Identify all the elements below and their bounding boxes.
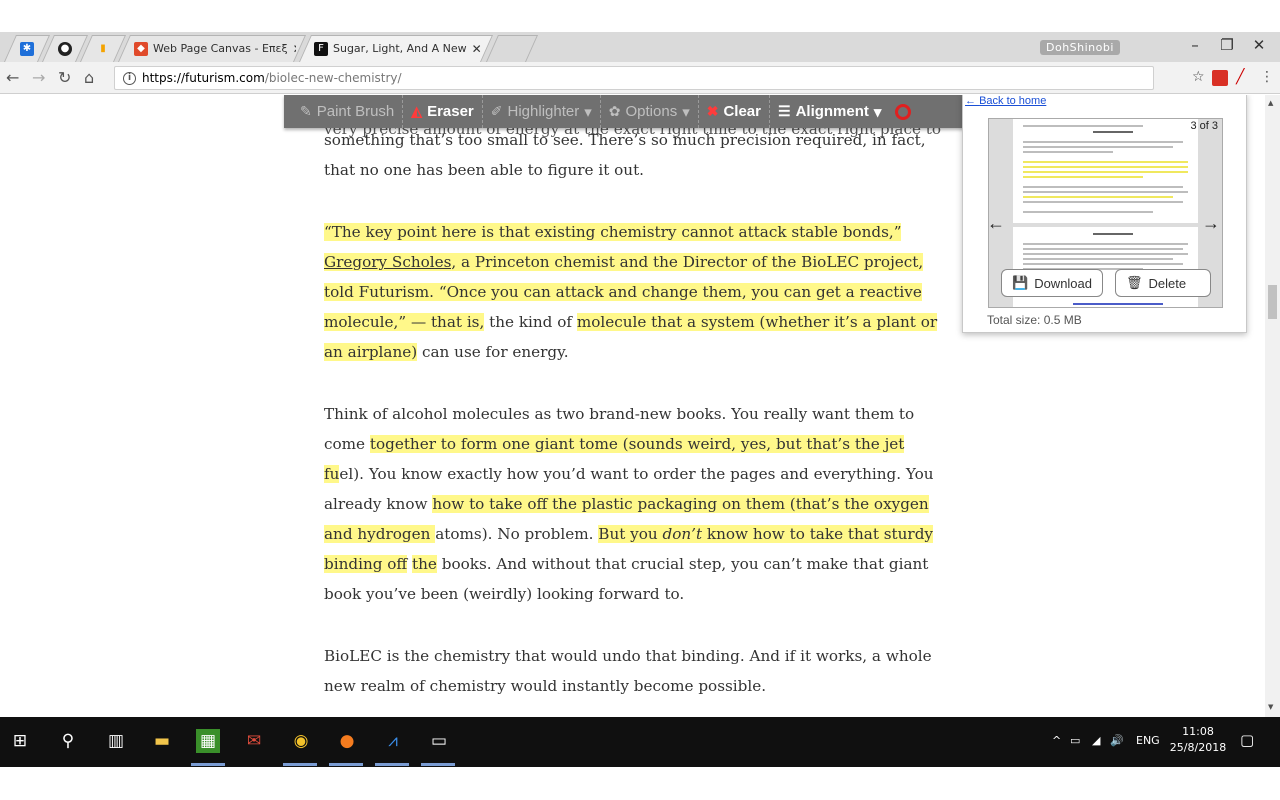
close-window-icon[interactable]: ✕: [1244, 36, 1274, 54]
text: can use for energy.: [417, 343, 569, 361]
capture-popup: ← Back to home 3 of 3 ← → 💾 Download 🗑 D…: [962, 95, 1247, 333]
tab-title: Web Page Canvas - Επεξ: [153, 42, 288, 55]
options-button[interactable]: ✿ Options ▾: [601, 95, 699, 128]
firefox-icon[interactable]: ●: [335, 729, 359, 753]
pen-icon[interactable]: ╱: [1236, 69, 1244, 85]
scroll-down-icon[interactable]: ▼: [1268, 703, 1273, 711]
page-scrollbar[interactable]: ▲ ▼: [1265, 95, 1280, 717]
annotation-toolbar: ✎ Paint Brush ◭ Eraser ✐ Highlighter ▾ ✿ Opti…: [284, 95, 974, 128]
analytics-icon: ▮: [100, 43, 106, 54]
highlighter-icon: ✐: [490, 103, 503, 119]
task-view-icon[interactable]: ▥: [104, 729, 128, 753]
chevron-up-icon[interactable]: ^: [1052, 734, 1061, 747]
github-icon: ●: [58, 41, 72, 56]
browser-toolbar: ← → ↻ ⌂ i https://futurism.com/biolec-ne…: [0, 62, 1280, 94]
power-icon[interactable]: [895, 103, 912, 120]
url-host: https://futurism.com: [142, 71, 265, 85]
clock[interactable]: 11:08 25/8/2018: [1168, 724, 1228, 756]
paragraph: “The key point here is that existing che…: [324, 217, 944, 367]
total-size: Total size: 0.5 MB: [987, 313, 1082, 327]
scroll-up-icon[interactable]: ▲: [1268, 99, 1273, 107]
highlighted-text: “The key point here is that existing che…: [324, 223, 902, 241]
wifi-icon[interactable]: ◢: [1092, 734, 1100, 747]
next-arrow-icon[interactable]: →: [1202, 213, 1220, 234]
mail-icon[interactable]: ✉: [242, 729, 266, 753]
vscode-icon[interactable]: ⩘: [381, 729, 405, 753]
paint-brush-button[interactable]: ✎ Paint Brush: [292, 95, 404, 128]
clock-date: 25/8/2018: [1169, 741, 1227, 754]
minimize-icon[interactable]: –: [1180, 36, 1210, 54]
page-preview: 3 of 3 ← → 💾 Download 🗑 Delete: [988, 118, 1223, 308]
back-icon[interactable]: ←: [6, 68, 19, 87]
eraser-icon: ◭: [411, 103, 423, 119]
canvas-icon: ◆: [134, 41, 148, 56]
home-icon[interactable]: ⌂: [84, 68, 94, 87]
language-indicator[interactable]: ENG: [1136, 734, 1160, 747]
alignment-button[interactable]: ☰ Alignment ▾: [770, 95, 889, 128]
highlighter-button[interactable]: ✐ Highlighter ▾: [483, 95, 601, 128]
delete-button[interactable]: 🗑 Delete: [1115, 269, 1211, 297]
address-bar[interactable]: i https://futurism.com/biolec-new-chemis…: [114, 66, 1154, 90]
background-strip: [0, 767, 1280, 800]
close-icon[interactable]: ✕: [472, 42, 482, 56]
eraser-button[interactable]: ◭ Eraser: [403, 95, 483, 128]
author-link[interactable]: Gregory Scholes: [324, 253, 452, 271]
text: the kind of: [484, 313, 577, 331]
new-tab-button[interactable]: [485, 35, 539, 62]
brush-icon: ✎: [300, 103, 312, 119]
caret-down-icon: ▾: [682, 103, 690, 121]
restore-icon[interactable]: ❐: [1212, 36, 1242, 54]
preview-page: [1013, 119, 1198, 223]
paragraph: something that’s too small to see. There…: [324, 131, 926, 179]
paragraph: BioLEC is the chemistry that would undo …: [324, 647, 932, 695]
menu-icon[interactable]: ⋮: [1260, 69, 1274, 85]
app-icon[interactable]: ▦: [196, 729, 220, 753]
clock-time: 11:08: [1182, 725, 1214, 738]
article-body: something that’s too small to see. There…: [324, 125, 944, 717]
info-icon[interactable]: i: [123, 71, 136, 85]
reload-icon[interactable]: ↻: [58, 68, 71, 87]
taskbar: ⊞ ⚲ ▥ ▬ ▦ ✉ ◉ ● ⩘ ▭ ^ ▭ ◢ 🔊 ENG 11:08 25…: [0, 717, 1280, 767]
terminal-icon[interactable]: ▭: [427, 729, 451, 753]
tab-title: Sugar, Light, And A New: [333, 42, 467, 55]
file-explorer-icon[interactable]: ▬: [150, 729, 174, 753]
gear-icon: ✿: [608, 103, 621, 119]
puzzle-icon: ✱: [20, 41, 34, 56]
star-icon[interactable]: ☆: [1192, 69, 1205, 85]
tab-strip: ✱ ● ▮ ◆ Web Page Canvas - Επεξ ✕ F Sugar…: [0, 32, 1280, 62]
highlighted-emphasis: don’t: [662, 525, 703, 543]
forward-icon[interactable]: →: [32, 68, 45, 87]
caret-down-icon: ▾: [873, 103, 882, 121]
notifications-icon[interactable]: ▢: [1240, 731, 1254, 749]
back-to-home-link[interactable]: ← Back to home: [965, 95, 1046, 107]
profile-button[interactable]: DohShinobi: [1040, 40, 1120, 55]
search-icon[interactable]: ⚲: [56, 729, 80, 753]
futurism-icon: F: [314, 41, 328, 56]
clear-button[interactable]: ✖ Clear: [699, 95, 770, 128]
align-icon: ☰: [778, 103, 791, 119]
prev-arrow-icon[interactable]: ←: [989, 213, 1005, 234]
text: atoms). No problem.: [435, 525, 599, 543]
page-counter: 3 of 3: [1190, 120, 1218, 132]
windows-start-icon[interactable]: ⊞: [8, 729, 32, 753]
highlighted-text: the: [412, 555, 437, 573]
paragraph: Think of alcohol molecules as two brand-…: [324, 399, 944, 609]
save-icon: 💾: [1012, 275, 1029, 290]
download-button[interactable]: 💾 Download: [1001, 269, 1104, 297]
battery-icon[interactable]: ▭: [1070, 734, 1080, 747]
page-content: very precise amount of energy at the exa…: [0, 95, 1265, 717]
scroll-thumb[interactable]: [1268, 285, 1277, 319]
highlighted-text: But you: [598, 525, 663, 543]
volume-icon[interactable]: 🔊: [1110, 734, 1124, 747]
trash-icon: 🗑: [1126, 275, 1143, 290]
caret-down-icon: ▾: [584, 103, 592, 121]
extension-canvas-icon[interactable]: [1212, 70, 1228, 86]
x-icon: ✖: [706, 103, 719, 119]
chrome-icon[interactable]: ◉: [289, 729, 313, 753]
close-icon[interactable]: ✕: [293, 42, 296, 56]
url-path: /biolec-new-chemistry/: [264, 71, 402, 85]
